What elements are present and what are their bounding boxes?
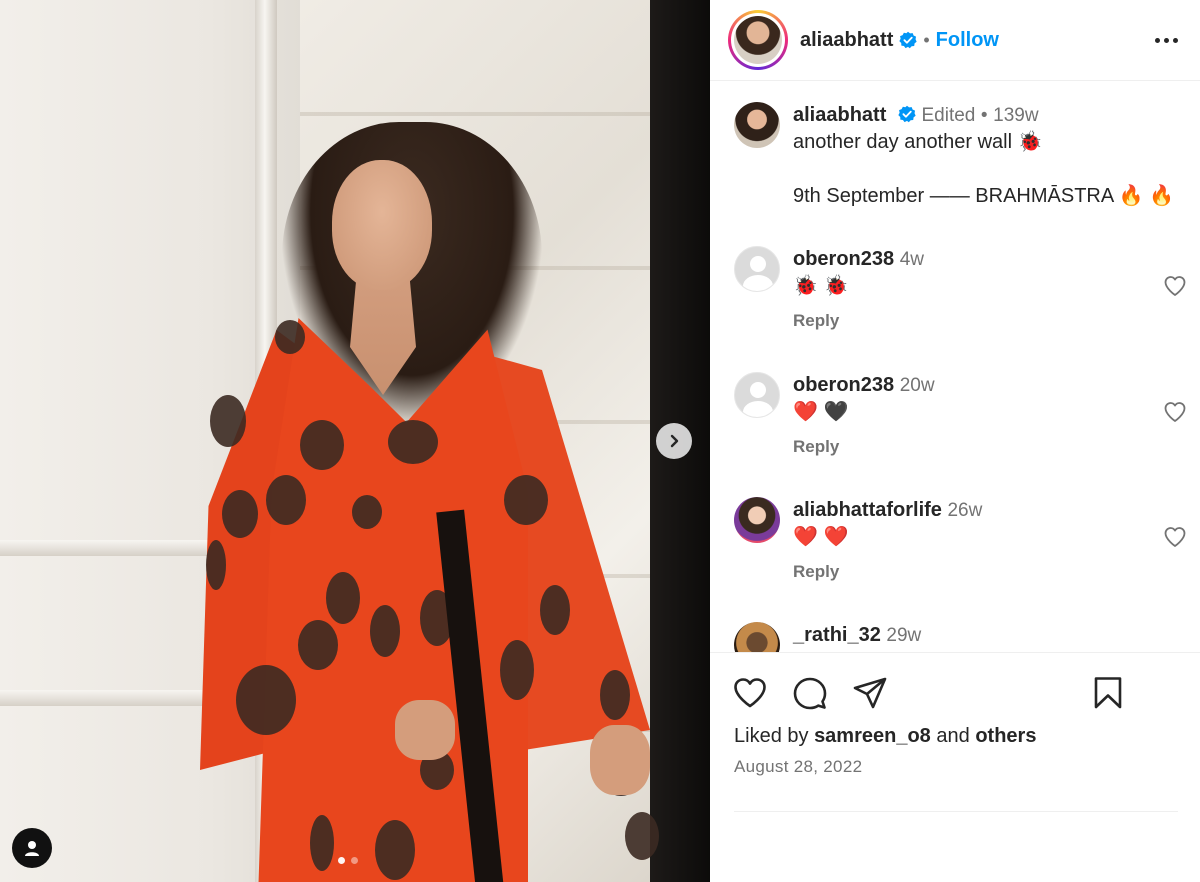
caption-line-1: another day another wall 🐞 (793, 131, 1043, 153)
post-photo[interactable] (0, 0, 710, 882)
comment-username[interactable]: oberon238 (793, 374, 894, 396)
likes-user-link[interactable]: samreen_o8 (814, 725, 931, 747)
comment-avatar[interactable] (734, 246, 780, 292)
comment-bubble-icon[interactable] (792, 675, 828, 711)
caption-author-avatar[interactable] (734, 102, 780, 148)
verified-badge-icon (899, 31, 917, 49)
reply-button[interactable]: Reply (793, 437, 1173, 457)
person-figure (0, 0, 710, 882)
next-photo-button[interactable] (656, 423, 692, 459)
comment-text: 🐞 🐞 (793, 275, 849, 297)
more-dots-icon (1154, 37, 1160, 43)
share-send-icon[interactable] (852, 675, 888, 711)
comment-username[interactable]: _rathi_32 (793, 624, 881, 646)
verified-badge-icon (898, 105, 916, 123)
like-comment-heart-icon[interactable] (1162, 274, 1188, 298)
post-actions: Liked by samreen_o8 and others August 28… (710, 652, 1200, 882)
caption-age: 139w (993, 105, 1039, 126)
carousel-dot-active (338, 857, 345, 864)
author-avatar[interactable] (728, 10, 788, 70)
comment-avatar[interactable] (734, 372, 780, 418)
carousel-indicator (338, 857, 358, 864)
comment-username[interactable]: oberon238 (793, 248, 894, 270)
user-icon (25, 841, 39, 856)
reply-button[interactable]: Reply (793, 311, 1173, 331)
comment-username[interactable]: aliabhattaforlife (793, 499, 942, 521)
comment-text: ❤️ 🖤 (793, 401, 849, 423)
save-bookmark-icon[interactable] (1090, 675, 1126, 711)
more-options-button[interactable] (1152, 28, 1180, 52)
caption-edited-label: Edited (921, 105, 976, 126)
tagged-users-button[interactable] (12, 828, 52, 868)
header-separator: • (923, 29, 930, 50)
chevron-right-icon (670, 434, 679, 448)
likes-others-link[interactable]: others (975, 725, 1036, 747)
comment-age: 4w (899, 249, 925, 270)
post-date: August 28, 2022 (734, 757, 863, 776)
caption-separator: • (980, 105, 988, 126)
author-username[interactable]: aliaabhatt (800, 29, 893, 52)
comment-avatar[interactable] (734, 497, 780, 543)
like-comment-heart-icon[interactable] (1162, 525, 1188, 549)
like-comment-heart-icon[interactable] (1162, 400, 1188, 424)
likes-summary: Liked by samreen_o8 and others (734, 725, 1036, 748)
post-header: aliaabhatt • Follow (710, 0, 1200, 81)
comment-avatar[interactable] (734, 622, 780, 652)
comment-age: 26w (947, 500, 983, 521)
divider (734, 811, 1178, 812)
carousel-dot (351, 857, 358, 864)
like-heart-icon[interactable] (732, 675, 768, 711)
post-side-panel: aliaabhatt • Follow aliaabhatt Edited • … (710, 0, 1200, 882)
comment-text: ❤️ ❤️ (793, 526, 849, 548)
caption-line-2: 9th September —— BRAHMĀSTRA 🔥 🔥 (793, 185, 1175, 207)
comment-age: 29w (886, 625, 922, 646)
reply-button[interactable]: Reply (793, 562, 1173, 582)
likes-middle: and (936, 725, 970, 747)
likes-prefix: Liked by (734, 725, 809, 747)
caption-username[interactable]: aliaabhatt (793, 104, 886, 126)
follow-button[interactable]: Follow (936, 29, 999, 52)
comment-age: 20w (899, 375, 935, 396)
comments-list[interactable]: aliaabhatt Edited • 139w another day ano… (710, 82, 1200, 652)
